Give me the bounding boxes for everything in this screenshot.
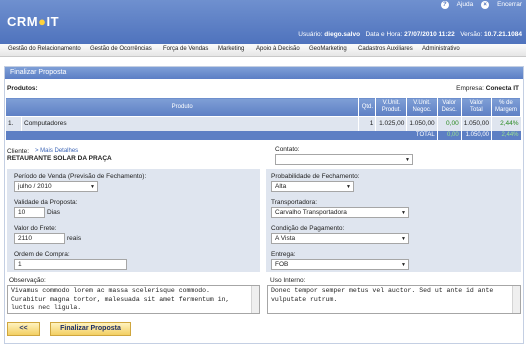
validity-input[interactable]: 10: [14, 207, 45, 218]
nav-item-cadastros[interactable]: Cadastros Auxiliares: [358, 46, 413, 52]
logo-text-left: CRM: [7, 14, 39, 29]
freight-input[interactable]: 2110: [14, 233, 65, 244]
products-table: Produto Qtd. V.Unit. Produt. V.Unit. Neg…: [4, 97, 521, 140]
close-icon: ×: [481, 1, 490, 9]
product-margin: 2,44%: [491, 116, 521, 131]
nav-item-geomarketing[interactable]: GeoMarketing: [309, 46, 347, 52]
row-index: 1.: [5, 116, 22, 131]
back-button[interactable]: <<: [7, 322, 40, 336]
chevron-down-icon: ▼: [346, 184, 351, 190]
logo-text-right: IT: [46, 14, 60, 29]
observation-label: Observação:: [9, 277, 46, 284]
col-unit-negotiated: V.Unit. Negoc.: [406, 97, 438, 117]
closing-probability-label: Probabilidade de Fechamento:: [271, 173, 360, 180]
total-label: TOTAL: [5, 130, 438, 140]
carrier-label: Transportadora:: [271, 199, 318, 206]
freight-label: Valor do Frete:: [14, 225, 57, 232]
product-total: 1.050,00: [460, 116, 492, 131]
product-qty: 1: [358, 116, 376, 131]
user-info: Usuário: diego.salvo Data e Hora: 27/07/…: [298, 31, 522, 38]
app-header: CRM●IT ? Ajuda × Encerrar Usuário: diego.s…: [0, 0, 526, 44]
sales-period-select[interactable]: julho / 2010 ▼: [14, 181, 98, 192]
nav-item-marketing[interactable]: Marketing: [218, 46, 244, 52]
purchase-order-input[interactable]: 1: [14, 259, 127, 270]
nav-item-apoio-decisao[interactable]: Apoio à Decisão: [256, 46, 300, 52]
carrier-select[interactable]: Carvalho Transportadora ▼: [271, 207, 409, 218]
datetime: 27/07/2010 11:22: [404, 31, 455, 38]
main-nav: Gestão do Relacionamento Gestão de Ocorr…: [0, 44, 526, 57]
col-qty: Qtd.: [358, 97, 377, 117]
col-discount: Valor Desc.: [436, 97, 462, 117]
delivery-select[interactable]: FOB ▼: [271, 259, 409, 270]
top-links: ? Ajuda × Encerrar: [435, 1, 522, 9]
payment-label: Condição de Pagamento:: [271, 225, 345, 232]
validity-label: Validade da Proposta:: [14, 199, 78, 206]
product-discount: 0,00: [436, 116, 462, 131]
crmit-logo[interactable]: CRM●IT: [7, 14, 59, 29]
table-row[interactable]: 1. Computadores 1 1.025,00 1.050,00 0,00…: [5, 116, 521, 131]
product-name: Computadores: [20, 116, 359, 131]
more-details-link[interactable]: > Mais Detalhes: [35, 148, 78, 154]
nav-item-administrativo[interactable]: Administrativo: [422, 46, 460, 52]
nav-item-forca-vendas[interactable]: Força de Vendas: [163, 46, 208, 52]
col-product: Produto: [4, 97, 360, 117]
client-label: Cliente:: [7, 148, 30, 155]
chevron-down-icon: ▼: [401, 210, 406, 216]
internal-use-textarea[interactable]: Donec tempor semper metus vel auctor. Se…: [267, 285, 521, 314]
sales-period-label: Período de Venda (Previsão de Fechamento…: [14, 173, 147, 180]
nav-item-relacionamento[interactable]: Gestão do Relacionamento: [8, 46, 81, 52]
observation-textarea[interactable]: Vivamus commodo lorem ac massa scelerisq…: [7, 285, 260, 314]
validity-suffix: Dias: [47, 209, 61, 216]
col-unit-product: V.Unit. Produt.: [375, 97, 408, 117]
version: 10.7.21.1084: [484, 31, 522, 38]
purchase-order-label: Ordem de Compra:: [14, 251, 70, 258]
chevron-down-icon: ▼: [401, 262, 406, 268]
contact-select[interactable]: ▼: [275, 154, 413, 165]
total-margin: 2,44%: [491, 130, 521, 140]
panel-title: Finalizar Proposta: [5, 67, 523, 79]
logout-link[interactable]: × Encerrar: [481, 1, 522, 9]
total-row: TOTAL 0,00 1.050,00 2,44%: [5, 130, 521, 140]
contact-label: Contato:: [275, 146, 300, 153]
company-name: Conecta IT: [485, 85, 519, 92]
help-link[interactable]: ? Ajuda: [440, 1, 473, 9]
total-value: 1.050,00: [460, 130, 492, 140]
col-margin: % de Margem: [491, 97, 521, 117]
closing-probability-select[interactable]: Alta ▼: [271, 181, 354, 192]
product-unit-price: 1.025,00: [375, 116, 407, 131]
total-discount: 0,00: [436, 130, 462, 140]
products-label: Produtos:: [7, 85, 38, 92]
payment-select[interactable]: A Vista ▼: [271, 233, 409, 244]
finish-proposal-button[interactable]: Finalizar Proposta: [50, 322, 131, 336]
company-info: Empresa: Conecta IT: [456, 85, 519, 92]
delivery-label: Entrega:: [271, 251, 296, 258]
help-icon: ?: [440, 1, 449, 9]
freight-suffix: reais: [67, 235, 82, 242]
col-total: Valor Total: [460, 97, 493, 117]
chevron-down-icon: ▼: [405, 157, 410, 163]
client-name: RETAURANTE SOLAR DA PRAÇA: [7, 155, 112, 162]
internal-use-scrollbar[interactable]: [512, 286, 520, 313]
nav-item-ocorrencias[interactable]: Gestão de Ocorrências: [90, 46, 152, 52]
chevron-down-icon: ▼: [401, 236, 406, 242]
chevron-down-icon: ▼: [90, 184, 95, 190]
internal-use-label: Uso Interno:: [270, 277, 306, 284]
observation-scrollbar[interactable]: [251, 286, 259, 313]
product-negotiated-price: 1.050,00: [406, 116, 438, 131]
username: diego.salvo: [324, 31, 361, 38]
